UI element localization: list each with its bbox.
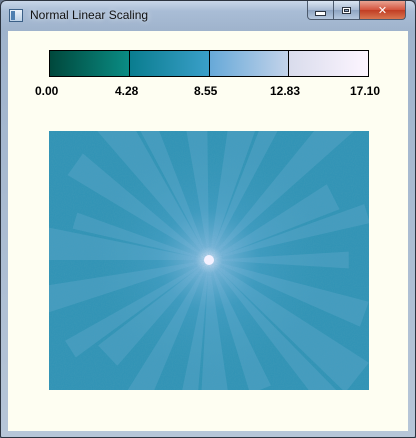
image-center [204, 255, 214, 265]
close-icon: ✕ [377, 3, 388, 17]
minimize-button[interactable] [307, 1, 334, 20]
title-bar[interactable]: Normal Linear Scaling ✕ [1, 1, 415, 31]
color-scale-segment [209, 51, 290, 76]
diffraction-image[interactable] [49, 131, 369, 390]
minimize-icon [315, 10, 326, 16]
client-area: 0.00 4.28 8.55 12.83 17.10 [8, 31, 408, 431]
scale-tick-label: 0.00 [35, 84, 59, 98]
color-scale-segment [50, 51, 130, 76]
scale-tick-label: 4.28 [115, 84, 139, 98]
color-scale-bar [49, 50, 369, 77]
close-button[interactable]: ✕ [359, 1, 406, 20]
scale-tick-label: 8.55 [194, 84, 218, 98]
window-title: Normal Linear Scaling [30, 8, 149, 22]
diffraction-image-canvas [49, 131, 369, 390]
scale-tick-label: 12.83 [270, 84, 301, 98]
app-icon[interactable] [9, 9, 23, 22]
maximize-icon [342, 6, 351, 14]
app-window: Normal Linear Scaling ✕ 0.00 4.28 8.55 1… [0, 0, 416, 438]
color-scale-segment [129, 51, 210, 76]
scale-tick-label: 17.10 [350, 84, 381, 98]
maximize-button[interactable] [333, 1, 360, 20]
color-scale-segment [289, 51, 368, 76]
